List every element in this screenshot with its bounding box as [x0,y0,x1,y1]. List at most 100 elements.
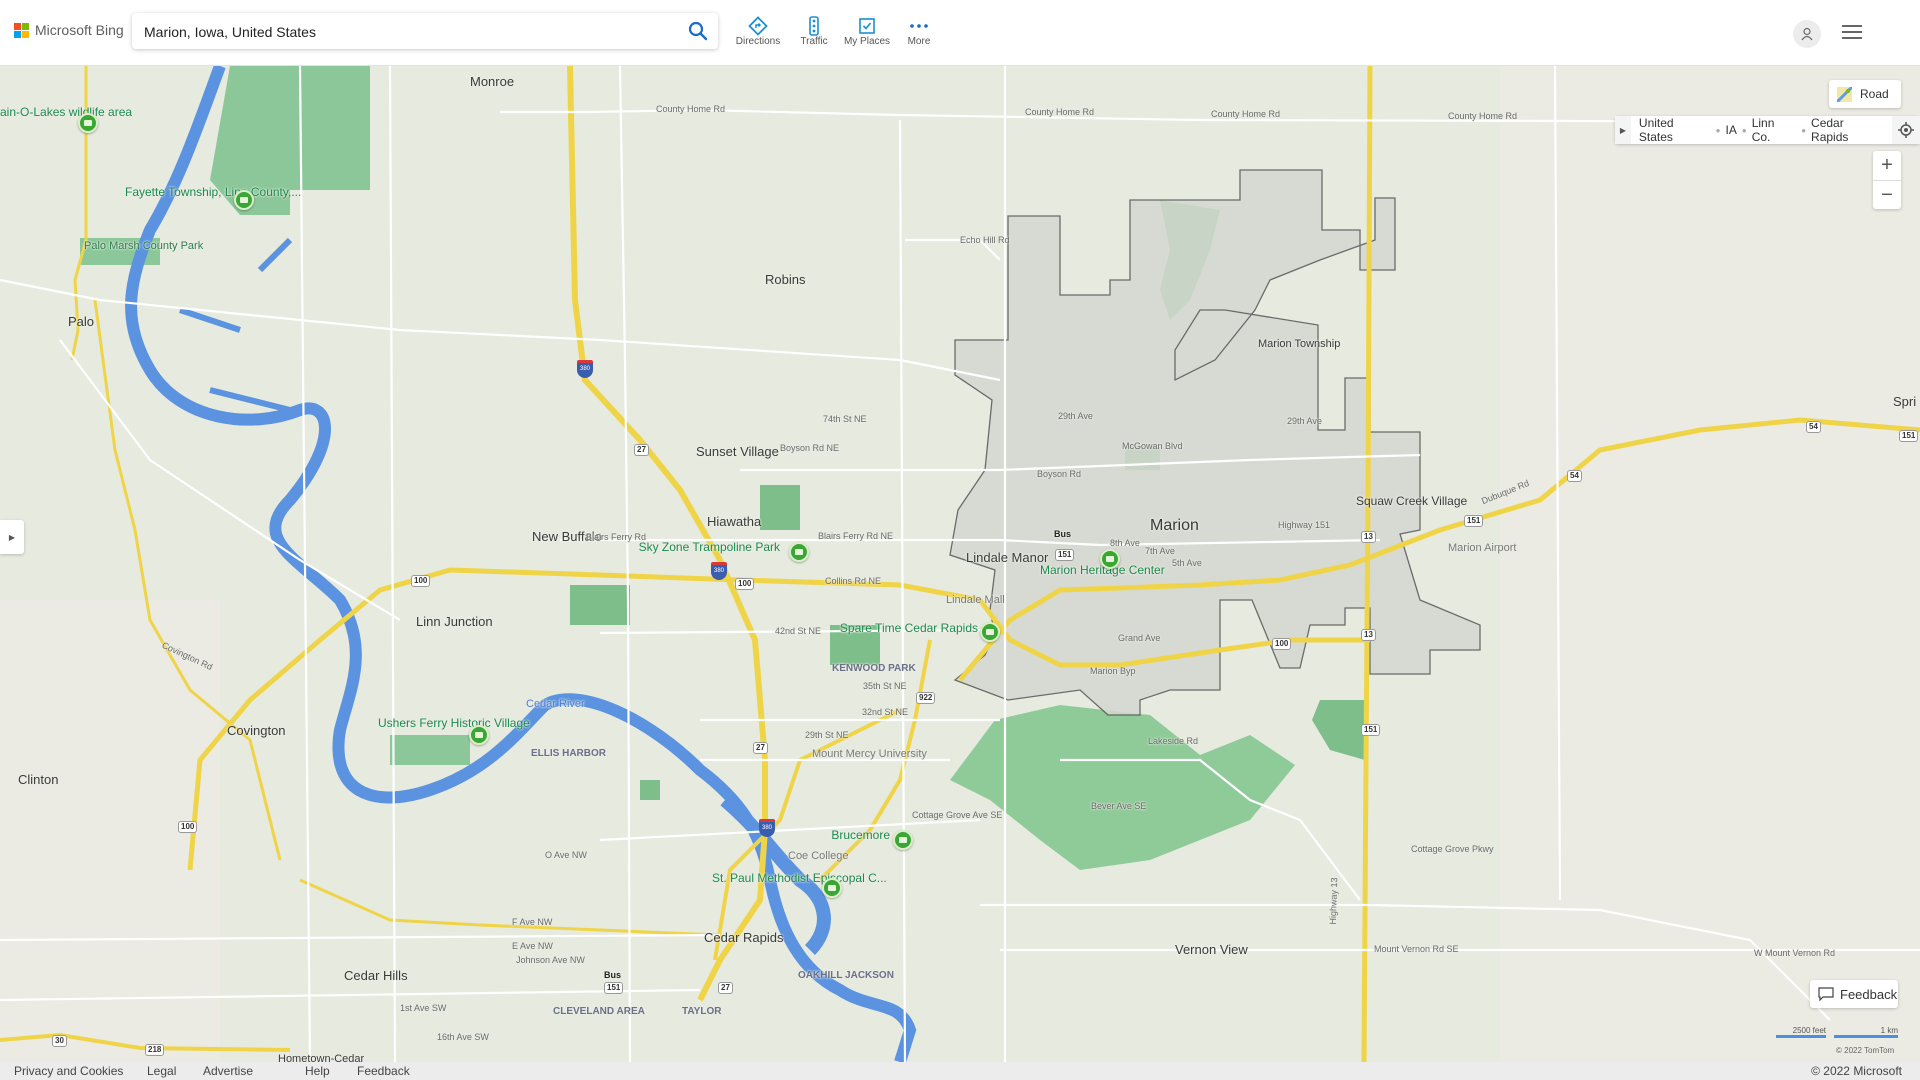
breadcrumb-county[interactable]: Linn Co. [1752,116,1797,144]
highway-13-shield: 13 [1361,629,1376,641]
road-label: Grand Ave [1118,633,1161,643]
footer-link-legal[interactable]: Legal [147,1064,176,1078]
traffic-button[interactable]: Traffic [796,16,832,47]
highway-151-shield: 151 [604,982,624,994]
road-label: Bever Ave SE [1091,801,1147,811]
road-922-shield: 922 [916,692,936,704]
breadcrumb-separator: ● [1801,125,1807,135]
footer-link-privacy[interactable]: Privacy and Cookies [14,1064,123,1078]
place-label-squaw-creek-village: Squaw Creek Village [1356,494,1468,508]
poi-pin-wildlife-area[interactable] [78,113,98,133]
place-label-palo: Palo [68,314,95,329]
footer-link-help[interactable]: Help [305,1064,330,1078]
breadcrumb-city[interactable]: Cedar Rapids [1811,116,1884,144]
place-label-cedar-rapids: Cedar Rapids [704,930,784,945]
traffic-icon [809,16,819,36]
neighborhood-taylor: TAYLOR [682,1006,722,1017]
road-label: County Home Rd [1211,109,1281,119]
highway-100-shield: 100 [1272,638,1292,650]
data-attribution: © 2022 TomTom [1836,1046,1895,1055]
poi-pin-sky-zone[interactable] [789,542,809,562]
bing-logo[interactable]: Microsoft Bing [14,22,124,38]
microsoft-logo-icon [14,22,29,38]
search-input[interactable] [142,13,676,51]
hamburger-line [1842,37,1862,39]
breadcrumb-country[interactable]: United States [1639,116,1711,144]
top-bar: Microsoft Bing Directions Traffic My Pla… [0,0,1920,66]
poi-pin-ushers-ferry[interactable] [469,725,489,745]
zoom-in-button[interactable]: + [1873,151,1901,181]
road-label: 29th Ave [1058,411,1093,421]
map-canvas[interactable]: Monroe Palo Robins Sunset Village Hiawat… [0,66,1920,1062]
directions-button[interactable]: Directions [733,16,783,47]
place-label-marion: Marion [1150,517,1199,534]
road-label: Collins Rd NE [825,576,882,586]
footer: Privacy and Cookies Legal Advertise Help… [0,1062,1920,1080]
highway-54-shield: 54 [1806,421,1821,433]
place-label-vernon-view: Vernon View [1175,942,1248,957]
map-style-label: Road [1860,87,1889,101]
place-label-coe-college: Coe College [788,850,849,862]
location-breadcrumb: ▶ United States ● IA ● Linn Co. ● Cedar … [1615,116,1920,144]
neighborhood-cleveland-area: CLEVELAND AREA [553,1006,645,1017]
highway-151-shield: 151 [1361,724,1381,736]
place-label-lindale-manor: Lindale Manor [966,550,1049,565]
road-label: Highway 151 [1278,520,1331,530]
road-label: 42nd St NE [775,626,822,636]
locate-me-button[interactable] [1892,116,1920,144]
search-button[interactable] [686,19,710,43]
road-label: County Home Rd [1448,111,1518,121]
road-label: Highway 13 [1327,877,1340,925]
highway-151-shield: 151 [1899,430,1919,442]
map-style-button[interactable]: Road [1829,80,1901,108]
more-button[interactable]: More [903,16,935,47]
scale-bar-imperial: 2500 feet [1776,1026,1826,1038]
hamburger-line [1842,31,1862,33]
zoom-out-button[interactable]: − [1873,181,1901,210]
neighborhood-oakhill-jackson: OAKHILL JACKSON [798,970,894,981]
poi-label-spare-time[interactable]: Spare Time Cedar Rapids [830,622,978,635]
poi-label-wildlife-area[interactable]: ain-O-Lakes wildlife area [0,106,132,119]
search-icon [688,21,708,41]
poi-pin-brucemore[interactable] [893,830,913,850]
highway-27-shield: 27 [753,742,768,754]
poi-label-brucemore[interactable]: Brucemore [820,829,890,842]
road-label: Lakeside Rd [1148,736,1199,746]
interstate-380-shield: 380 [759,819,775,837]
poi-pin-fayette-township[interactable] [234,190,254,210]
footer-link-advertise[interactable]: Advertise [203,1064,253,1078]
poi-label-st-paul[interactable]: St. Paul Methodist Episcopal C... [712,872,887,885]
footer-link-feedback[interactable]: Feedback [357,1064,410,1078]
poi-label-ushers-ferry[interactable]: Ushers Ferry Historic Village [378,717,530,730]
side-panel-toggle[interactable]: ▶ [0,520,24,554]
breadcrumb-expand-button[interactable]: ▶ [1615,116,1631,144]
highway-27-shield: 27 [634,444,649,456]
road-label: O Ave NW [545,850,587,860]
road-label: County Home Rd [656,104,726,114]
copyright: © 2022 Microsoft [1811,1064,1902,1078]
business-route-label: Bus [604,970,622,980]
road-label: 7th Ave [1145,546,1175,556]
poi-label-fayette-township[interactable]: Fayette Township, Linn County,... [125,186,301,199]
my-places-label: My Places [843,36,891,47]
breadcrumb-state[interactable]: IA [1726,123,1737,137]
poi-pin-spare-time[interactable] [980,622,1000,642]
account-avatar[interactable] [1793,20,1821,48]
map-feedback-button[interactable]: Feedback [1810,980,1898,1008]
road-label: Blairs Ferry Rd NE [818,531,894,541]
place-label-marion-township: Marion Township [1258,338,1341,350]
brand-name: Microsoft Bing [35,22,124,38]
highway-151-shield: 151 [1464,515,1484,527]
road-label: 29th St NE [805,730,849,740]
place-label-monroe: Monroe [470,74,515,89]
place-label-cedar-hills: Cedar Hills [344,968,408,983]
poi-label-sky-zone[interactable]: Sky Zone Trampoline Park [620,541,780,554]
road-label: W Mount Vernon Rd [1754,948,1836,958]
menu-button[interactable] [1842,25,1862,41]
poi-pin-st-paul[interactable] [822,878,842,898]
my-places-button[interactable]: My Places [843,16,891,47]
map-base-layer [0,66,1920,1062]
place-label-spring: Spri [1893,394,1917,409]
interstate-380-shield: 380 [577,360,593,378]
poi-pin-marion-heritage[interactable] [1100,549,1120,569]
